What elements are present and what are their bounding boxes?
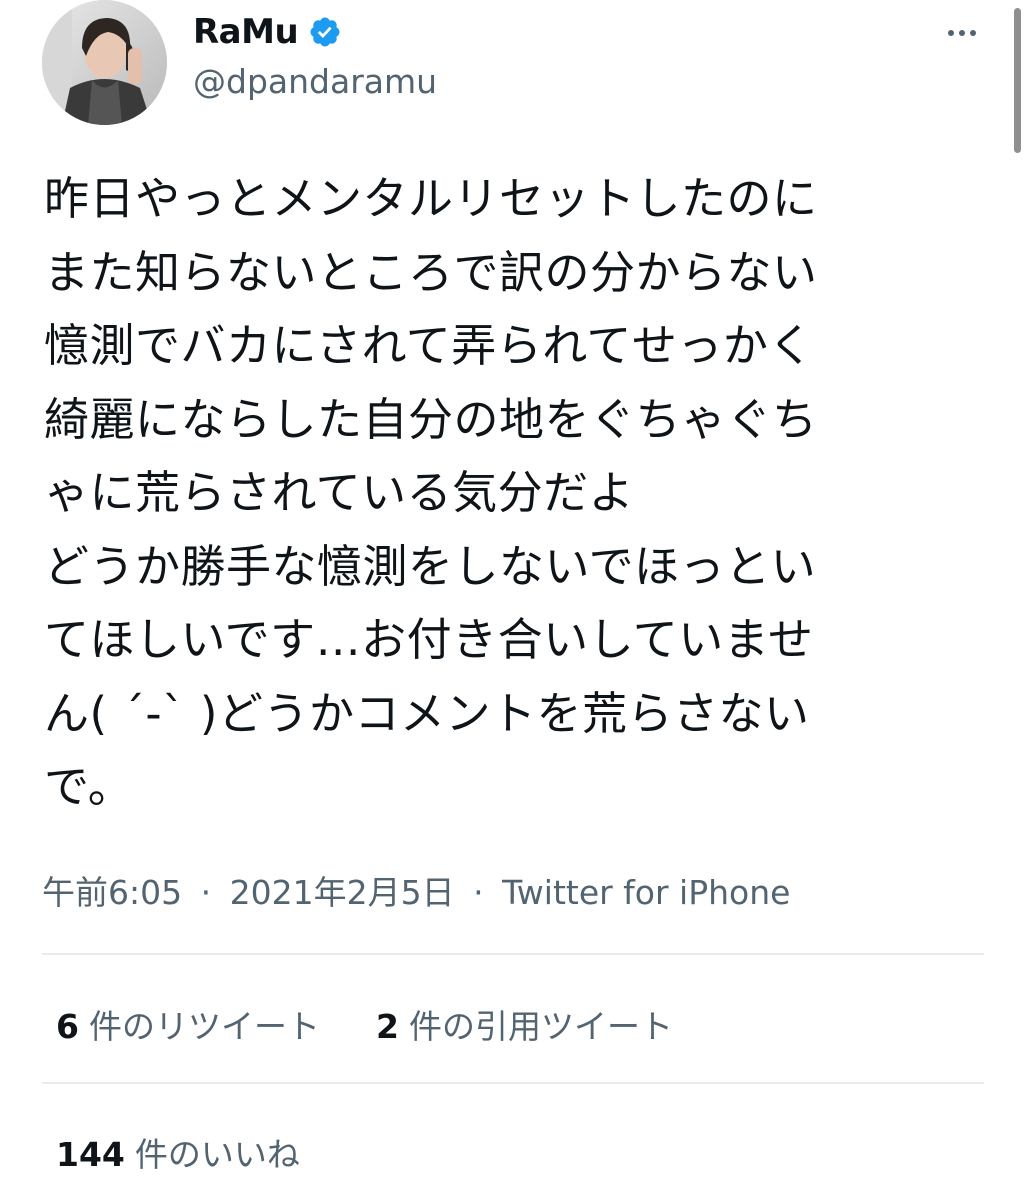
divider [42,953,984,955]
name-row: RaMu [193,12,342,52]
tweet-text-line: 綺麗にならした自分の地をぐちゃぐち [44,392,818,446]
quotes-label: 件の引用ツイート [408,1007,673,1046]
tweet-date[interactable]: 2021年2月5日 [230,873,455,912]
divider [42,1082,984,1084]
tweet-text-line: どうか勝手な憶測をしないでほっとい [44,539,817,593]
likes-stats-row: 144 件のいいね [56,1128,300,1176]
retweets-stat[interactable]: 6 件のリツイート [56,1000,320,1048]
tweet-text: 昨日やっとメンタルリセットしたのに また知らないところで訳の分からない 憶測でバ… [44,162,964,824]
retweet-stats-row: 6 件のリツイート 2 件の引用ツイート [56,1000,673,1048]
likes-count: 144 [56,1135,125,1174]
tweet-text-line: 昨日やっとメンタルリセットしたのに [44,172,818,225]
quotes-count: 2 [375,1007,399,1046]
meta-separator: · [473,873,484,912]
display-name[interactable]: RaMu [193,12,299,52]
retweets-count: 6 [56,1007,79,1046]
meta-separator: · [200,873,212,912]
user-photo-icon [42,0,167,125]
likes-stat[interactable]: 144 件のいいね [56,1128,300,1176]
retweets-label: 件のリツイート [88,1007,320,1046]
tweet-text-line: で。 [44,760,134,813]
avatar[interactable] [42,0,167,125]
tweet-text-line: てほしいです…お付き合いしていませ [44,613,814,666]
likes-label: 件のいいね [134,1135,300,1174]
tweet-text-line: ゃに荒らされている気分だよ [44,466,635,519]
tweet-time[interactable]: 午前6:05 [42,873,182,912]
scrollbar[interactable] [1012,0,1024,160]
verified-badge-icon [308,15,342,49]
quotes-stat[interactable]: 2 件の引用ツイート [376,1000,673,1048]
tweet-text-line: 憶測でバカにされて弄られてせっかく [44,319,814,372]
scrollbar-thumb[interactable] [1014,8,1021,153]
tweet-text-line: また知らないところで訳の分からない [44,245,818,299]
tweet-meta: 午前6:05 · 2021年2月5日 · Twitter for iPhone [42,866,790,914]
user-handle[interactable]: @dpandaramu [193,62,437,101]
tweet-source[interactable]: Twitter for iPhone [502,873,790,912]
tweet-text-line: ん( ´-` )どうかコメントを荒らさない [44,686,810,740]
more-horizontal-icon[interactable] [942,18,982,48]
tweet-header: RaMu @dpandaramu [42,0,982,130]
